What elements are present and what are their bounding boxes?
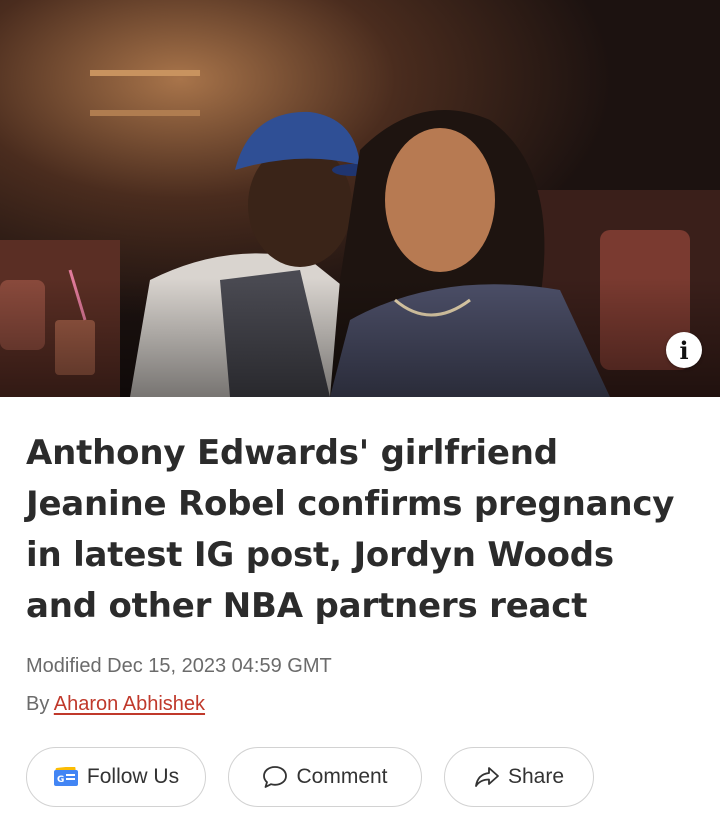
svg-text:G: G	[57, 775, 64, 785]
google-news-icon: G	[53, 767, 78, 786]
share-label: Share	[507, 765, 565, 788]
hero-image[interactable]: i	[0, 0, 720, 397]
comment-bubble-icon	[263, 766, 288, 788]
hero-photo	[0, 0, 720, 397]
share-arrow-icon	[475, 767, 499, 787]
article-page: i Anthony Edwards' girlfriend Jeanine Ro…	[0, 0, 720, 840]
follow-us-label: Follow Us	[86, 765, 180, 788]
byline: By Aharon Abhishek	[26, 693, 205, 716]
byline-prefix: By	[26, 693, 50, 715]
author-link[interactable]: Aharon Abhishek	[54, 693, 205, 715]
article-headline: Anthony Edwards' girlfriend Jeanine Robe…	[26, 433, 675, 626]
info-icon[interactable]: i	[666, 332, 702, 368]
modified-date: Modified Dec 15, 2023 04:59 GMT	[26, 655, 332, 677]
comment-label: Comment	[296, 765, 388, 788]
follow-us-button[interactable]: G Follow Us	[26, 747, 206, 807]
comment-button[interactable]: Comment	[228, 747, 422, 807]
action-bar: G Follow Us Comment Share	[26, 747, 594, 807]
share-button[interactable]: Share	[444, 747, 594, 807]
